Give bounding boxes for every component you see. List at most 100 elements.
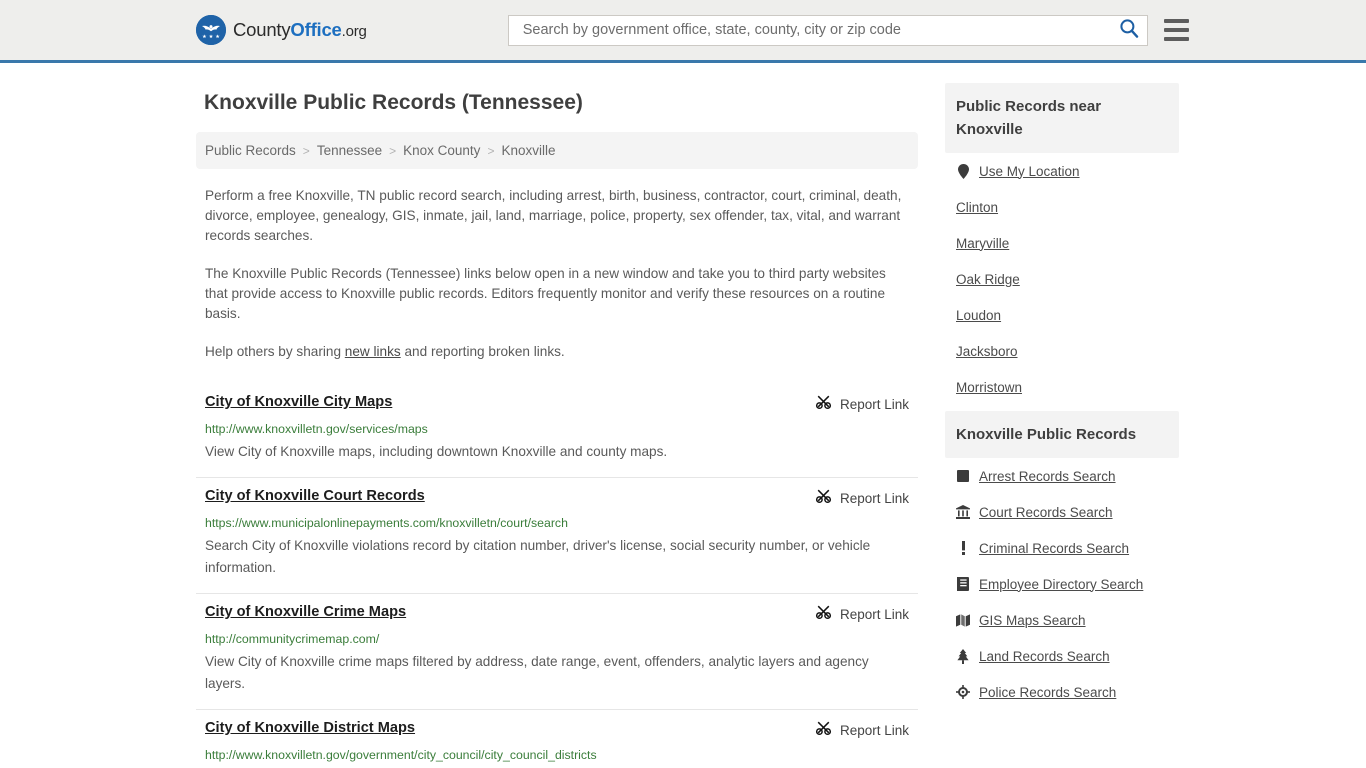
sidebar-records-header: Knoxville Public Records — [945, 411, 1179, 458]
listing-title-link[interactable]: City of Knoxville Crime Maps — [205, 602, 406, 622]
listing-item: City of Knoxville District Maps Report L… — [196, 710, 918, 768]
listing-description: View City of Knoxville crime maps filter… — [205, 654, 869, 691]
sidebar-link-label[interactable]: Criminal Records Search — [979, 541, 1129, 556]
listing-item: City of Knoxville Crime Maps Report Link… — [196, 594, 918, 710]
report-link-label: Report Link — [839, 722, 909, 738]
report-link-button[interactable]: Report Link — [815, 393, 909, 415]
new-links-link[interactable]: new links — [345, 344, 401, 359]
search-input[interactable] — [520, 21, 1119, 39]
listing-description: View City of Knoxville maps, including d… — [205, 444, 668, 459]
report-link-button[interactable]: Report Link — [815, 603, 909, 625]
search-box[interactable] — [507, 14, 1148, 46]
listing-header: City of Knoxville Court Records Report L… — [205, 486, 909, 509]
listing-description: Search City of Knoxville violations reco… — [205, 538, 871, 575]
sidebar-link-label[interactable]: Employee Directory Search — [979, 577, 1143, 592]
sidebar-link-label[interactable]: Loudon — [956, 308, 1001, 323]
report-link-label: Report Link — [839, 606, 909, 622]
listing-header: City of Knoxville City Maps Report Link — [205, 392, 909, 415]
square-icon — [956, 468, 970, 484]
sidebar-records-block: Knoxville Public Records Arrest Records … — [945, 411, 1179, 710]
sidebar-item-court-records[interactable]: Court Records Search — [956, 494, 1168, 530]
eagle-seal-icon — [196, 15, 226, 45]
broken-link-icon — [815, 393, 832, 415]
report-link-button[interactable]: Report Link — [815, 719, 909, 741]
sidebar-item-land-records[interactable]: Land Records Search — [956, 638, 1168, 674]
intro-paragraph-3: Help others by sharing new links and rep… — [205, 342, 909, 362]
sidebar-link-label[interactable]: GIS Maps Search — [979, 613, 1086, 628]
hamburger-menu-icon[interactable] — [1163, 19, 1189, 41]
breadcrumb-item-tennessee[interactable]: Tennessee — [317, 143, 382, 158]
listing-url[interactable]: http://communitycrimemap.com/ — [205, 631, 909, 647]
book-icon — [956, 576, 970, 592]
listing-url[interactable]: https://www.municipalonlinepayments.com/… — [205, 515, 909, 531]
broken-link-icon — [815, 487, 832, 509]
logo-text-office: Office — [290, 19, 342, 40]
sidebar-link-label[interactable]: Clinton — [956, 200, 998, 215]
breadcrumb: Public Records > Tennessee > Knox County… — [196, 132, 918, 169]
sidebar-item-loudon[interactable]: Loudon — [956, 297, 1168, 333]
sidebar-item-arrest-records[interactable]: Arrest Records Search — [956, 458, 1168, 494]
breadcrumb-item-knoxville: Knoxville — [501, 143, 556, 158]
sidebar-item-morristown[interactable]: Morristown — [956, 369, 1168, 405]
sidebar-item-clinton[interactable]: Clinton — [956, 189, 1168, 225]
sidebar-link-label[interactable]: Arrest Records Search — [979, 469, 1116, 484]
search-icon[interactable] — [1119, 18, 1139, 43]
page-title: Knoxville Public Records (Tennessee) — [204, 91, 583, 114]
header-search-area — [507, 14, 1189, 46]
site-header: CountyOffice.org — [0, 0, 1366, 63]
folded-map-icon — [956, 612, 970, 628]
sidebar-link-label[interactable]: Jacksboro — [956, 344, 1018, 359]
site-logo[interactable]: CountyOffice.org — [196, 15, 367, 45]
breadcrumb-item-public-records[interactable]: Public Records — [205, 143, 296, 158]
sidebar-item-police-records[interactable]: Police Records Search — [956, 674, 1168, 710]
sidebar-link-label[interactable]: Maryville — [956, 236, 1009, 251]
sidebar-item-gis-maps[interactable]: GIS Maps Search — [956, 602, 1168, 638]
intro-text: Perform a free Knoxville, TN public reco… — [196, 186, 918, 362]
courthouse-icon — [956, 504, 970, 520]
sidebar-link-label[interactable]: Court Records Search — [979, 505, 1113, 520]
listing-title-link[interactable]: City of Knoxville Court Records — [205, 486, 425, 506]
logo-text-county: County — [233, 19, 291, 40]
sidebar-item-maryville[interactable]: Maryville — [956, 225, 1168, 261]
intro-paragraph-1: Perform a free Knoxville, TN public reco… — [205, 188, 902, 243]
listing-url[interactable]: http://www.knoxvilletn.gov/government/ci… — [205, 747, 909, 763]
hamburger-bar — [1163, 19, 1189, 23]
listing-item: City of Knoxville City Maps Report Link … — [196, 384, 918, 478]
tree-icon — [956, 648, 970, 664]
intro-paragraph-2: The Knoxville Public Records (Tennessee)… — [205, 266, 886, 321]
listing-title-link[interactable]: City of Knoxville District Maps — [205, 718, 415, 738]
broken-link-icon — [815, 603, 832, 625]
sidebar-nearby-list: Use My Location Clinton Maryville Oak Ri… — [945, 153, 1179, 405]
listing-item: City of Knoxville Court Records Report L… — [196, 478, 918, 594]
breadcrumb-separator: > — [389, 143, 397, 158]
listing-header: City of Knoxville District Maps Report L… — [205, 718, 909, 741]
page-container: Knoxville Public Records (Tennessee) Pub… — [196, 63, 1179, 768]
exclamation-icon — [956, 540, 970, 556]
sidebar-item-criminal-records[interactable]: Criminal Records Search — [956, 530, 1168, 566]
sidebar-item-use-my-location[interactable]: Use My Location — [956, 153, 1168, 189]
sidebar-link-label[interactable]: Use My Location — [979, 164, 1080, 179]
map-pin-icon — [956, 163, 970, 179]
report-link-button[interactable]: Report Link — [815, 487, 909, 509]
report-link-label: Report Link — [839, 396, 909, 412]
sidebar-item-oak-ridge[interactable]: Oak Ridge — [956, 261, 1168, 297]
report-link-label: Report Link — [839, 490, 909, 506]
sidebar-records-list: Arrest Records Search Court Records Sear… — [945, 458, 1179, 710]
listing-results: City of Knoxville City Maps Report Link … — [196, 384, 918, 768]
sidebar-link-label[interactable]: Police Records Search — [979, 685, 1116, 700]
sidebar-link-label[interactable]: Land Records Search — [979, 649, 1110, 664]
breadcrumb-separator: > — [302, 143, 310, 158]
listing-header: City of Knoxville Crime Maps Report Link — [205, 602, 909, 625]
hamburger-bar — [1163, 28, 1189, 32]
sidebar-link-label[interactable]: Oak Ridge — [956, 272, 1020, 287]
sidebar-item-employee-directory[interactable]: Employee Directory Search — [956, 566, 1168, 602]
logo-text-org: .org — [341, 23, 367, 40]
sidebar-item-jacksboro[interactable]: Jacksboro — [956, 333, 1168, 369]
badge-target-icon — [956, 684, 970, 700]
listing-title-link[interactable]: City of Knoxville City Maps — [205, 392, 392, 412]
breadcrumb-item-knox-county[interactable]: Knox County — [403, 143, 480, 158]
sidebar-link-label[interactable]: Morristown — [956, 380, 1022, 395]
listing-url[interactable]: http://www.knoxvilletn.gov/services/maps — [205, 421, 909, 437]
hamburger-bar — [1163, 37, 1189, 41]
sidebar-nearby-block: Public Records near Knoxville Use My Loc… — [945, 83, 1179, 405]
